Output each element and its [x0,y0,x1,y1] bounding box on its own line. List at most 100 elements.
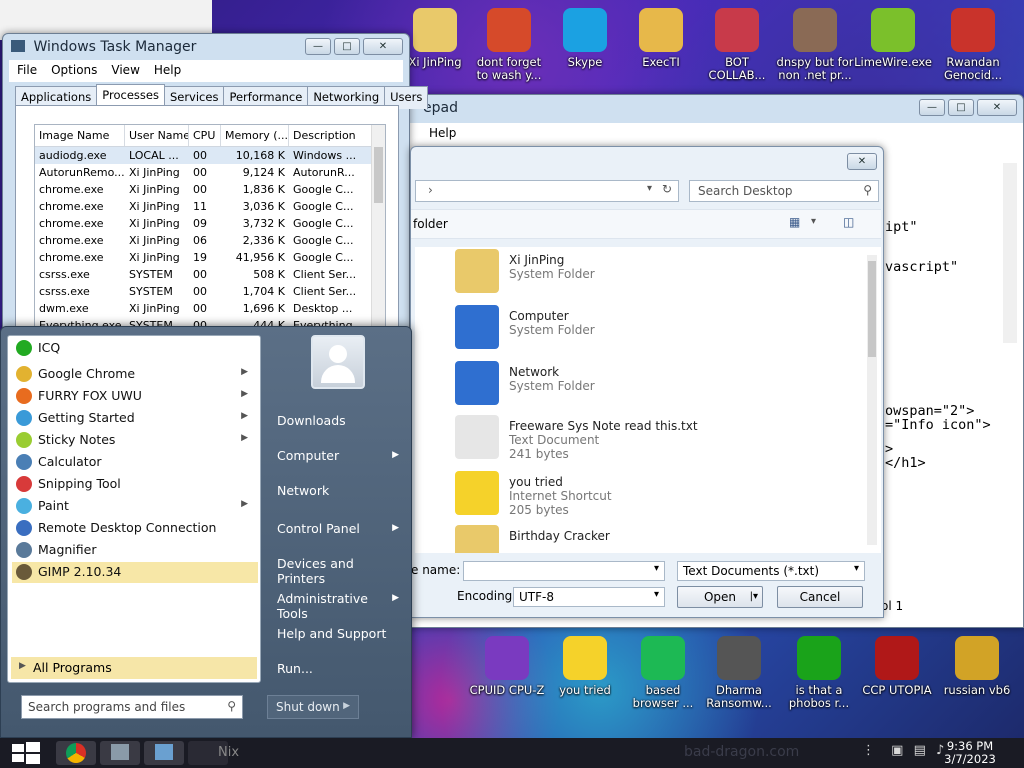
task-manager-window[interactable]: Windows Task Manager — □ ✕ File Options Vi… [2,33,429,336]
more-icon[interactable]: ⋮ [862,743,875,758]
menu-item[interactable]: Help [154,63,181,79]
start-item[interactable]: FURRY FOX UWU ▶ [12,386,258,407]
start-menu[interactable]: ICQ Google Chrome ▶ FURRY FOX UWU ▶ Getting S… [0,326,412,738]
start-item[interactable]: Remote Desktop Connection [12,518,258,539]
list-item[interactable]: Birthday Cracker [455,523,835,553]
menu-help[interactable]: Help [429,126,456,140]
start-item[interactable]: Calculator [12,452,258,473]
scroll-thumb[interactable] [374,147,383,203]
file-list[interactable]: Xi JinPing System Folder Computer System Fo… [415,247,881,553]
desktop-icon[interactable]: russian vb6 [938,636,1016,697]
list-item[interactable]: Xi JinPing System Folder [455,247,835,299]
column-header[interactable]: Image Name [35,125,125,146]
desktop-icon[interactable]: CPUID CPU-Z [468,636,546,697]
shut-down-button[interactable]: Shut down ▶ [267,695,359,719]
table-row[interactable]: chrome.exe Xi JinPing 11 3,036 K Google C... [35,198,385,215]
table-row[interactable]: chrome.exe Xi JinPing 09 3,732 K Google C... [35,215,385,232]
start-item[interactable]: Getting Started ▶ [12,408,258,429]
start-right-item[interactable]: Devices and Printers [271,552,405,590]
table-row[interactable]: chrome.exe Xi JinPing 00 1,836 K Google C... [35,181,385,198]
desktop-icon[interactable]: Dharma Ransomw... [700,636,778,710]
desktop-icon[interactable]: based browser ... [624,636,702,710]
chevron-down-icon[interactable]: ▾ [647,183,652,194]
table-row[interactable]: csrss.exe SYSTEM 00 508 K Client Ser... [35,266,385,283]
file-dialog[interactable]: ✕ › ▾ ↻ Search Desktop ⚲ folder ▦ ▾ ◫ Xi… [410,146,884,618]
start-item[interactable]: Paint ▶ [12,496,258,517]
user-avatar[interactable] [311,335,365,389]
file-type-select[interactable]: Text Documents (*.txt) ▾ [677,561,865,581]
start-right-item[interactable]: Computer ▶ [271,444,405,467]
refresh-icon[interactable]: ↻ [662,182,672,196]
search-icon[interactable]: ⚲ [863,183,872,197]
taskbar-app-icon[interactable] [144,741,184,765]
menu-item[interactable]: Options [51,63,97,79]
desktop-icon[interactable]: Skype [546,8,624,69]
start-item[interactable]: Google Chrome ▶ [12,364,258,385]
menu-item[interactable]: File [17,63,37,79]
desktop-icon[interactable]: LimeWire.exe [854,8,932,69]
encoding-select[interactable]: UTF-8 ▾ [513,587,665,607]
preview-pane-icon[interactable]: ◫ [843,215,854,229]
desktop-icon[interactable]: BOT COLLAB... [698,8,776,82]
taskbar-explorer-icon[interactable] [100,741,140,765]
list-item[interactable]: Freeware Sys Note read this.txt Text Docu… [455,413,835,465]
taskbar-chrome-icon[interactable] [56,741,96,765]
column-header[interactable]: Memory (... [221,125,289,146]
close-button[interactable]: ✕ [363,38,403,55]
desktop-icon[interactable]: dont forget to wash y... [470,8,548,82]
search-programs-input[interactable]: Search programs and files ⚲ [21,695,243,719]
file-list-scrollbar[interactable] [867,255,877,545]
menu-item[interactable]: View [111,63,139,79]
desktop-icon[interactable]: dnspy but for non .net pr... [776,8,854,82]
desktop-icon[interactable]: you tried [546,636,624,697]
column-header[interactable]: User Name [125,125,189,146]
table-row[interactable]: audiodg.exe LOCAL ... 00 10,168 K Windows ..… [35,147,385,164]
start-right-item[interactable]: Help and Support [271,622,405,645]
maximize-button[interactable]: □ [334,38,360,55]
minimize-button[interactable]: — [305,38,331,55]
table-row[interactable]: chrome.exe Xi JinPing 19 41,956 K Google C..… [35,249,385,266]
all-programs-button[interactable]: ▶ All Programs [11,657,257,679]
notepad-scrollbar[interactable] [1003,163,1017,343]
list-item[interactable]: Computer System Folder [455,303,835,355]
arrow-right-icon[interactable]: ▶ [343,701,350,711]
start-button[interactable] [10,742,42,764]
tab-processes[interactable]: Processes [96,84,165,107]
cancel-button[interactable]: Cancel [777,586,863,608]
desktop-icon[interactable]: Rwandan Genocid... [934,8,1012,82]
table-row[interactable]: chrome.exe Xi JinPing 06 2,336 K Google C... [35,232,385,249]
start-right-item[interactable]: Control Panel ▶ [271,517,405,540]
close-button[interactable]: ✕ [977,99,1017,116]
close-button[interactable]: ✕ [847,153,877,170]
split-arrow-icon[interactable]: |▾ [750,587,758,607]
start-right-item[interactable]: Administrative Tools ▶ [271,587,405,625]
start-item[interactable]: Snipping Tool [12,474,258,495]
start-item[interactable]: ICQ [12,338,258,359]
process-scrollbar[interactable] [371,125,385,335]
column-header[interactable]: Description [289,125,373,146]
start-right-item[interactable]: Downloads [271,409,405,432]
new-folder-label[interactable]: folder [413,217,448,231]
start-item[interactable]: Sticky Notes ▶ [12,430,258,451]
chevron-down-icon[interactable]: ▾ [854,563,859,574]
process-table[interactable]: Image Name User Name CPU Memory (... Descrip… [34,124,386,336]
start-right-item[interactable]: Network [271,479,405,502]
minimize-button[interactable]: — [919,99,945,116]
search-input[interactable]: Search Desktop ⚲ [689,180,879,202]
desktop-icon[interactable]: is that a phobos r... [780,636,858,710]
maximize-button[interactable]: □ [948,99,974,116]
taskbar-nix-item[interactable]: Nix [188,741,239,765]
desktop-icon[interactable]: ExecTI [622,8,700,69]
chevron-down-icon[interactable]: ▾ [811,216,816,227]
clock[interactable]: 9:36 PM 3/7/2023 [944,740,996,766]
chevron-down-icon[interactable]: ▾ [654,589,659,600]
desktop-icon[interactable]: CCP UTOPIA [858,636,936,697]
table-row[interactable]: dwm.exe Xi JinPing 00 1,696 K Desktop ... [35,300,385,317]
chevron-down-icon[interactable]: ▾ [654,563,659,574]
list-item[interactable]: Network System Folder [455,359,835,411]
file-name-field[interactable]: ▾ [463,561,665,581]
start-right-item[interactable]: Run... [271,657,405,680]
view-options-icon[interactable]: ▦ [789,215,800,229]
table-row[interactable]: csrss.exe SYSTEM 00 1,704 K Client Ser... [35,283,385,300]
open-button[interactable]: Open |▾ [677,586,763,608]
